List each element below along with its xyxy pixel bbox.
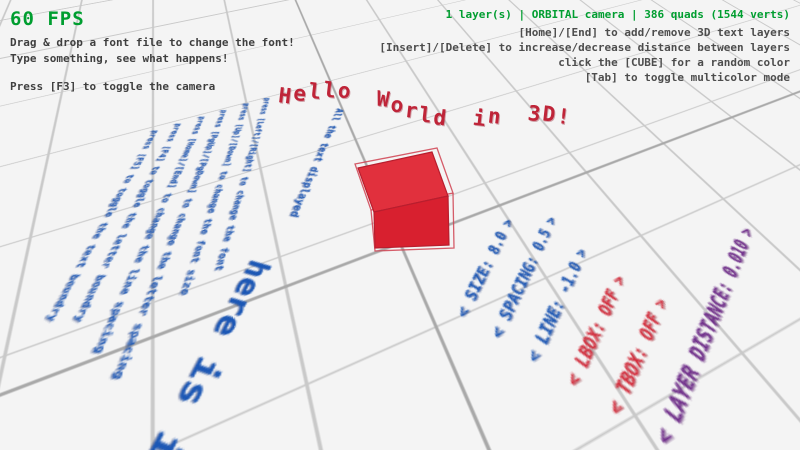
help-line-spacing: press [Home]/[End] to change the line sp…: [91, 116, 207, 353]
hud-right: 1 layer(s) | ORBITAL camera | 386 quads …: [379, 8, 790, 85]
fps-counter: 60 FPS: [10, 8, 85, 30]
hint-cube-color: click the [CUBE] for a random color: [379, 55, 790, 70]
hint-camera: Press [F3] to toggle the camera: [10, 80, 215, 93]
param-layer-distance: < LAYER DISTANCE: 0.010 >: [650, 223, 758, 450]
hint-multicolor: [Tab] to toggle multicolor mode: [379, 70, 790, 85]
help-text-boundry: press [F5] to toggle the text boundry: [43, 130, 160, 322]
hint-drag-drop: Drag & drop a font file to change the fo…: [10, 36, 295, 49]
status-bar: 1 layer(s) | ORBITAL camera | 386 quads …: [379, 8, 790, 21]
hint-layers: [Home]/[End] to add/remove 3D text layer…: [379, 25, 790, 40]
hint-type: Type something, see what happens!: [10, 52, 229, 65]
hint-layer-distance: [Insert]/[Delete] to increase/decrease d…: [379, 40, 790, 55]
showcase-text-far: All the text displayed: [286, 108, 345, 218]
